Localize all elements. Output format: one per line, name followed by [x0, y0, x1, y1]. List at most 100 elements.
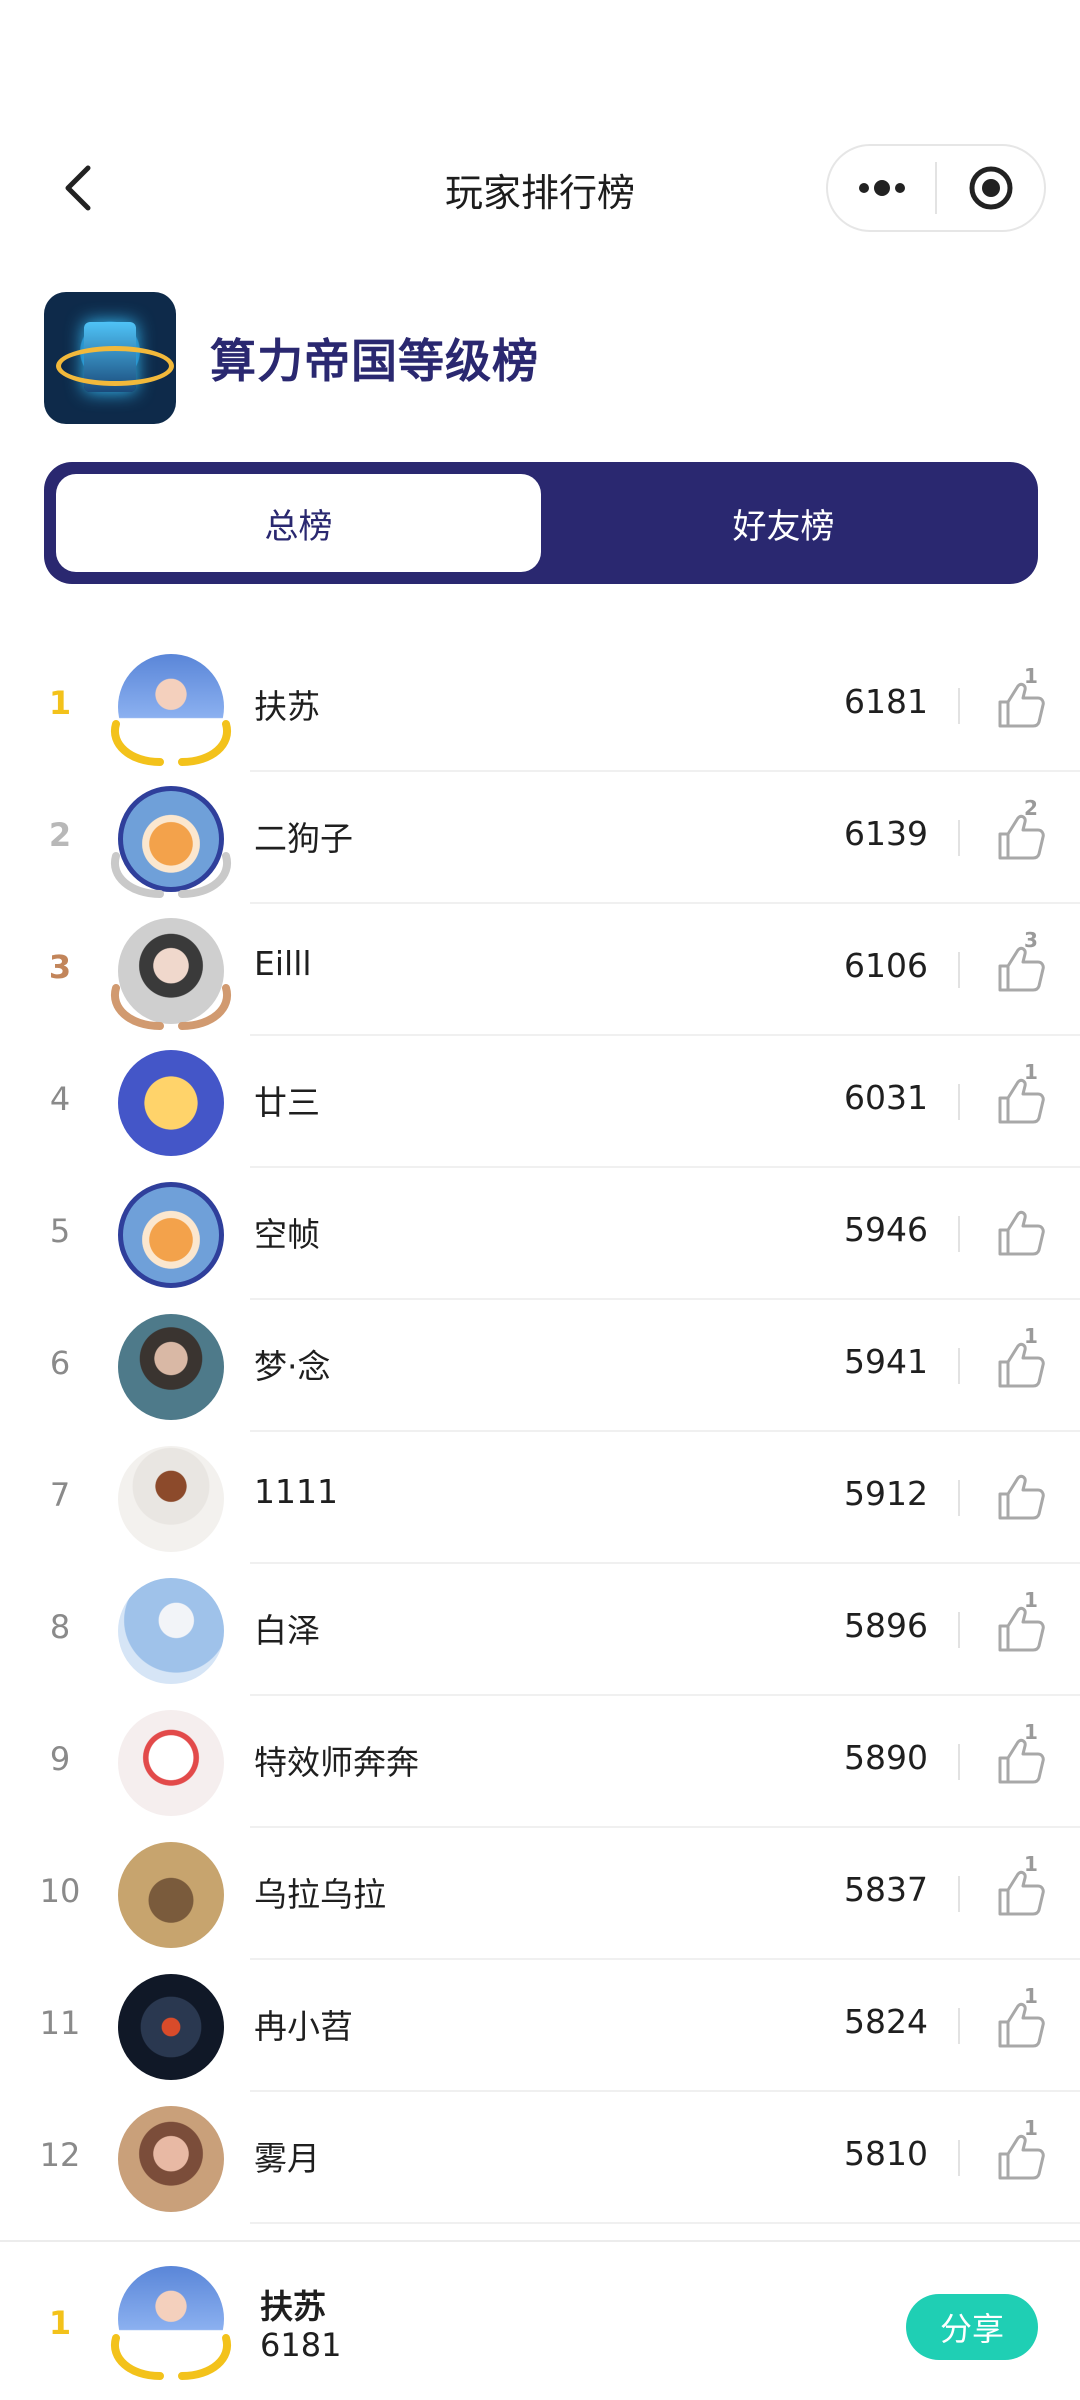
row-separator [958, 2008, 960, 2044]
my-score: 6181 [260, 2326, 342, 2364]
like-button[interactable] [994, 678, 1048, 732]
player-name: 空帧 [254, 1215, 320, 1254]
row-separator [958, 1348, 960, 1384]
rank-number: 9 [49, 1740, 71, 1778]
tab-bar: 总榜 好友榜 [44, 462, 1038, 584]
more-dots-icon [858, 180, 905, 196]
like-button[interactable] [994, 1602, 1048, 1656]
thumbs-up-icon [998, 682, 1045, 728]
like-count: 1 [1024, 1324, 1038, 1348]
table-row: 8 白泽 5896 1 [0, 1564, 1080, 1696]
row-separator [958, 1612, 960, 1648]
avatar[interactable] [118, 1182, 224, 1288]
player-name: 特效师奔奔 [254, 1743, 419, 1782]
thumbs-up-icon [998, 1078, 1045, 1124]
like-count: 1 [1024, 2116, 1038, 2140]
my-rank: 1 [48, 2304, 72, 2342]
rank-number: 2 [48, 816, 72, 854]
close-button[interactable] [937, 146, 1044, 230]
rank-number: 1 [48, 684, 72, 722]
nav-bar: 玩家排行榜 [0, 140, 1080, 236]
like-button[interactable] [994, 1866, 1048, 1920]
avatar[interactable] [118, 1842, 224, 1948]
thumbs-up-icon [998, 1210, 1045, 1256]
player-score: 6139 [844, 814, 928, 853]
thumbs-up-icon [998, 1474, 1045, 1520]
table-row: 6 梦·念 5941 1 [0, 1300, 1080, 1432]
share-button[interactable]: 分享 [906, 2294, 1038, 2360]
row-separator [958, 1876, 960, 1912]
like-button[interactable] [994, 2130, 1048, 2184]
avatar[interactable] [118, 2106, 224, 2212]
table-row: 7 1111 5912 [0, 1432, 1080, 1564]
avatar[interactable] [118, 1974, 224, 2080]
thumbs-up-icon [998, 1342, 1045, 1388]
avatar[interactable] [118, 1578, 224, 1684]
player-score: 6181 [844, 682, 928, 721]
thumbs-up-icon [998, 946, 1045, 992]
like-count: 1 [1024, 1984, 1038, 2008]
player-name: 乌拉乌拉 [254, 1875, 386, 1914]
table-row: 2 二狗子 6139 2 [0, 772, 1080, 904]
player-name: 白泽 [254, 1611, 320, 1650]
silver-laurel-icon [110, 852, 232, 898]
row-separator [958, 2140, 960, 2176]
avatar[interactable] [118, 1446, 224, 1552]
player-score: 5810 [844, 2134, 928, 2173]
row-separator [958, 1084, 960, 1120]
table-row: 11 冉小苕 5824 1 [0, 1960, 1080, 2092]
like-button[interactable] [994, 1074, 1048, 1128]
row-separator [958, 1216, 960, 1252]
row-separator [958, 820, 960, 856]
mini-program-capsule [826, 144, 1046, 232]
player-score: 5941 [844, 1342, 928, 1381]
avatar[interactable] [118, 1710, 224, 1816]
player-name: 梦·念 [254, 1347, 331, 1386]
game-title: 算力帝国等级榜 [210, 334, 539, 388]
like-button[interactable] [994, 810, 1048, 864]
rank-number: 4 [49, 1080, 71, 1118]
like-button[interactable] [994, 1206, 1048, 1260]
player-score: 5824 [844, 2002, 928, 2041]
like-button[interactable] [994, 1338, 1048, 1392]
like-button[interactable] [994, 1470, 1048, 1524]
tab-friends[interactable]: 好友榜 [541, 474, 1026, 572]
like-button[interactable] [994, 1734, 1048, 1788]
rank-number: 3 [48, 948, 72, 986]
table-row: 9 特效师奔奔 5890 1 [0, 1696, 1080, 1828]
row-divider [250, 2222, 1080, 2224]
like-button[interactable] [994, 942, 1048, 996]
player-score: 5837 [844, 1870, 928, 1909]
like-count: 3 [1024, 928, 1038, 952]
player-score: 5912 [844, 1474, 928, 1513]
table-row: 10 乌拉乌拉 5837 1 [0, 1828, 1080, 1960]
avatar[interactable] [118, 1050, 224, 1156]
target-circle-icon [969, 166, 1012, 210]
rank-number: 11 [39, 2004, 81, 2042]
like-button[interactable] [994, 1998, 1048, 2052]
player-name: 扶苏 [254, 687, 320, 726]
tab-overall[interactable]: 总榜 [56, 474, 541, 572]
row-separator [958, 1480, 960, 1516]
player-score: 6031 [844, 1078, 928, 1117]
player-name: Eilll [254, 944, 312, 983]
thumbs-up-icon [998, 2002, 1045, 2048]
more-button[interactable] [828, 146, 935, 230]
gold-laurel-icon [110, 2334, 232, 2380]
bronze-laurel-icon [110, 984, 232, 1030]
player-name: 廿三 [254, 1083, 320, 1122]
thumbs-up-icon [998, 1870, 1045, 1916]
like-count: 1 [1024, 1852, 1038, 1876]
rank-number: 7 [49, 1476, 71, 1514]
player-name: 1111 [254, 1472, 338, 1511]
row-separator [958, 688, 960, 724]
player-name: 冉小苕 [254, 2007, 353, 2046]
player-score: 5890 [844, 1738, 928, 1777]
rank-number: 12 [39, 2136, 81, 2174]
table-row: 12 雾月 5810 1 [0, 2092, 1080, 2224]
table-row: 3 Eilll 6106 3 [0, 904, 1080, 1036]
player-name: 雾月 [254, 2139, 320, 2178]
game-icon [44, 292, 176, 424]
avatar[interactable] [118, 1314, 224, 1420]
like-count: 1 [1024, 1588, 1038, 1612]
